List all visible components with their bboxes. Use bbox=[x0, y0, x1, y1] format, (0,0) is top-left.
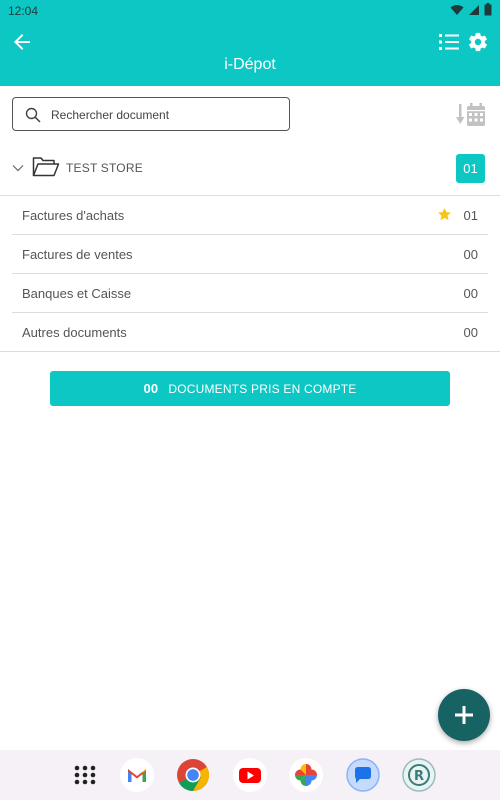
category-row-factures-ventes[interactable]: Factures de ventes 00 bbox=[12, 235, 488, 274]
folder-open-icon bbox=[32, 157, 60, 177]
search-box[interactable] bbox=[12, 97, 290, 131]
category-count: 00 bbox=[463, 325, 478, 340]
photos-icon[interactable] bbox=[289, 758, 323, 792]
category-row-autres-documents[interactable]: Autres documents 00 bbox=[0, 313, 500, 352]
category-count: 01 bbox=[463, 208, 478, 223]
category-row-factures-achats[interactable]: Factures d'achats 01 bbox=[12, 196, 488, 235]
signal-icon bbox=[469, 4, 479, 15]
summary-count: 00 bbox=[143, 381, 159, 396]
star-icon bbox=[438, 207, 451, 221]
chevron-down-icon[interactable] bbox=[12, 162, 24, 174]
gear-icon[interactable] bbox=[467, 31, 489, 53]
category-label: Banques et Caisse bbox=[22, 286, 132, 301]
list-view-icon[interactable] bbox=[438, 32, 460, 52]
cr-app-icon[interactable]: R bbox=[402, 758, 436, 792]
wifi-icon bbox=[450, 4, 464, 15]
messages-icon[interactable] bbox=[346, 758, 380, 792]
status-icons bbox=[450, 3, 492, 16]
add-document-button[interactable] bbox=[438, 689, 490, 741]
category-label: Autres documents bbox=[22, 325, 127, 340]
sort-by-date-icon[interactable] bbox=[456, 102, 486, 128]
back-arrow-icon[interactable] bbox=[10, 30, 34, 54]
status-time: 12:04 bbox=[8, 4, 39, 18]
youtube-icon[interactable] bbox=[233, 758, 267, 792]
app-bar: i-Dépot bbox=[0, 22, 500, 86]
search-input[interactable] bbox=[49, 103, 283, 127]
search-icon bbox=[25, 107, 41, 123]
status-bar: 12:04 bbox=[0, 0, 500, 22]
app-dock: R bbox=[0, 750, 500, 800]
svg-text:R: R bbox=[414, 769, 424, 784]
folder-name: TEST STORE bbox=[66, 161, 143, 175]
gmail-icon[interactable] bbox=[120, 758, 154, 792]
battery-icon bbox=[484, 3, 492, 16]
category-row-banques-caisse[interactable]: Banques et Caisse 00 bbox=[12, 274, 488, 313]
folder-row[interactable]: TEST STORE 01 bbox=[0, 150, 500, 194]
summary-label: DOCUMENTS PRIS EN COMPTE bbox=[168, 381, 357, 396]
category-count: 00 bbox=[463, 247, 478, 262]
app-drawer-icon[interactable] bbox=[68, 758, 102, 792]
plus-icon bbox=[455, 706, 473, 724]
category-count: 00 bbox=[463, 286, 478, 301]
folder-count-badge: 01 bbox=[456, 154, 485, 183]
category-label: Factures d'achats bbox=[22, 208, 125, 223]
documents-summary-button[interactable]: 00 DOCUMENTS PRIS EN COMPTE bbox=[50, 371, 450, 406]
app-title: i-Dépot bbox=[224, 56, 276, 73]
category-label: Factures de ventes bbox=[22, 247, 133, 262]
chrome-icon[interactable] bbox=[176, 758, 210, 792]
